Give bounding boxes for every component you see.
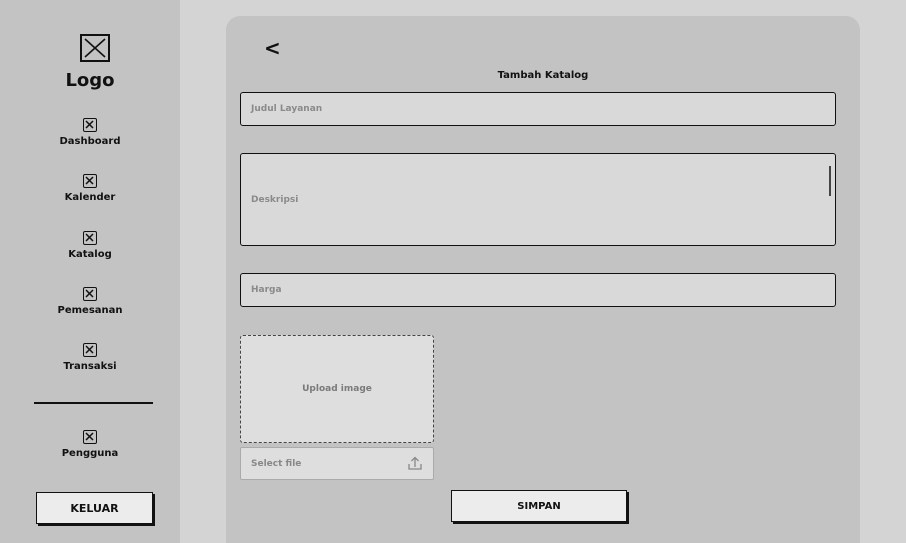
page-title: Tambah Katalog <box>497 70 589 81</box>
select-file-button[interactable]: Select file <box>240 447 434 480</box>
save-button[interactable]: SIMPAN <box>451 490 627 522</box>
price-placeholder: Harga <box>251 285 282 295</box>
back-icon[interactable]: < <box>264 38 281 58</box>
sidebar-item-kalender[interactable]: Kalender <box>0 174 180 203</box>
image-upload-dropzone[interactable]: Upload image <box>240 335 434 443</box>
sidebar-item-label: Katalog <box>68 249 112 260</box>
catalog-icon <box>83 231 97 245</box>
sidebar-item-dashboard[interactable]: Dashboard <box>0 118 180 147</box>
upload-image-label: Upload image <box>302 384 372 394</box>
service-title-placeholder: Judul Layanan <box>251 104 323 114</box>
logo-text: Logo <box>65 70 115 91</box>
sidebar: Logo Dashboard Kalender Katalog Pemesana… <box>0 0 180 543</box>
sidebar-item-label: Kalender <box>64 192 116 203</box>
users-icon <box>83 430 97 444</box>
sidebar-divider <box>34 402 153 404</box>
logo-placeholder-icon <box>80 34 110 62</box>
upload-icon <box>408 456 422 470</box>
sidebar-item-label: Pengguna <box>61 448 119 459</box>
service-title-input[interactable]: Judul Layanan <box>240 92 836 126</box>
sidebar-item-pemesanan[interactable]: Pemesanan <box>0 287 180 316</box>
description-scrollbar[interactable] <box>829 166 831 196</box>
sidebar-item-label: Pemesanan <box>57 305 123 316</box>
sidebar-item-katalog[interactable]: Katalog <box>0 231 180 260</box>
dashboard-icon <box>83 118 97 132</box>
sidebar-item-transaksi[interactable]: Transaksi <box>0 343 180 372</box>
transactions-icon <box>83 343 97 357</box>
logout-button[interactable]: KELUAR <box>36 492 153 524</box>
orders-icon <box>83 287 97 301</box>
description-placeholder: Deskripsi <box>251 194 299 205</box>
sidebar-item-pengguna[interactable]: Pengguna <box>0 430 180 459</box>
description-textarea[interactable]: Deskripsi <box>240 153 836 246</box>
calendar-icon <box>83 174 97 188</box>
sidebar-item-label: Dashboard <box>59 136 121 147</box>
sidebar-item-label: Transaksi <box>63 361 117 372</box>
price-input[interactable]: Harga <box>240 273 836 307</box>
select-file-label: Select file <box>251 458 302 469</box>
